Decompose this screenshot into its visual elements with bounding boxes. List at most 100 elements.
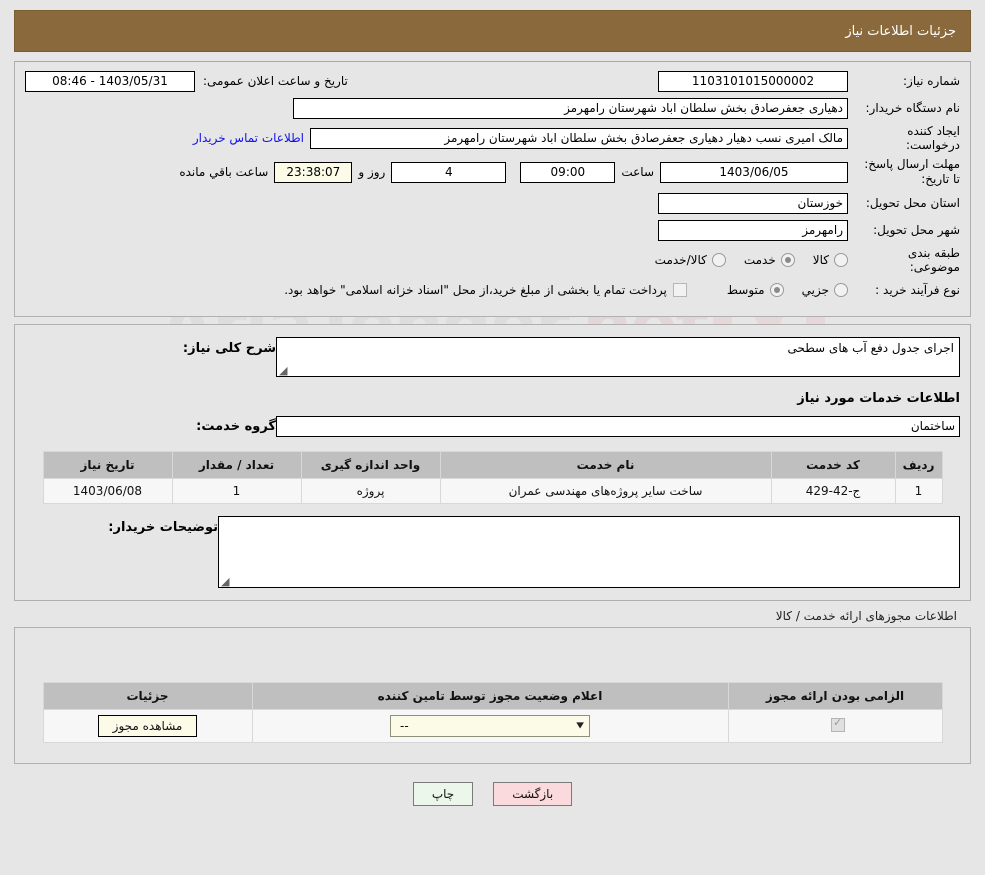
services-section-heading: اطلاعات خدمات مورد نیاز xyxy=(797,391,960,406)
cell-permit-required xyxy=(727,709,943,743)
process-type-label: نوع فرآیند خرید : xyxy=(875,283,960,297)
announcement-label: تاریخ و ساعت اعلان عمومی: xyxy=(203,74,348,88)
need-number-field[interactable]: 1103101015000002 xyxy=(658,70,848,92)
permit-status-select[interactable]: ▼ -- xyxy=(390,715,590,737)
category-option-label: کالا xyxy=(812,253,829,267)
service-group-field[interactable]: ساختمان xyxy=(276,416,960,437)
cell-code: ج-42-429 xyxy=(770,478,896,504)
row-city: شهر محل تحویل: رامهرمز xyxy=(25,219,960,241)
row-service-group: ساختمان گروه خدمت: xyxy=(25,416,960,437)
radio-icon[interactable] xyxy=(769,283,784,297)
permits-section-label: اطلاعات مجوزهای ارائه خدمت / کالا xyxy=(775,609,957,623)
need-details-panel: اجرای جدول دفع آب های سطحی ◣ شرح کلی نیا… xyxy=(14,324,971,601)
process-option-label: متوسط xyxy=(726,283,765,297)
deadline-label: مهلت ارسال پاسخ: تا تاریخ: xyxy=(864,157,960,186)
permits-table: الزامی بودن ارائه مجوز اعلام وضعیت مجوز … xyxy=(42,682,943,743)
view-permit-button[interactable]: مشاهده مجوز xyxy=(97,715,198,737)
province-field[interactable]: خوزستان xyxy=(658,192,848,214)
category-option-kala-khedmat[interactable]: کالا/خدمت xyxy=(655,253,726,267)
resize-grip-icon[interactable]: ◣ xyxy=(279,364,289,377)
buyer-org-field[interactable]: دهیاری جعفرصادق بخش سلطان اباد شهرستان ر… xyxy=(293,97,848,119)
col-code: کد خدمت xyxy=(770,451,896,479)
countdown-label: ساعت باقي مانده xyxy=(179,165,269,179)
creator-label: ایجاد کننده درخواست: xyxy=(906,124,960,152)
deadline-date-field[interactable]: 1403/06/05 xyxy=(660,161,848,183)
row-buyer-notes: ◣ توضیحات خریدار: xyxy=(25,516,960,588)
need-number-label: شماره نیاز: xyxy=(903,74,960,88)
need-info-panel: شماره نیاز: 1103101015000002 تاریخ و ساع… xyxy=(14,61,971,317)
col-index: ردیف xyxy=(894,451,943,479)
permit-required-checkbox xyxy=(831,716,845,732)
col-permit-required: الزامی بودن ارائه مجوز xyxy=(727,682,943,710)
buyer-notes-textarea[interactable]: ◣ xyxy=(218,516,960,588)
category-option-khedmat[interactable]: خدمت xyxy=(744,253,795,267)
remaining-days-field: 4 xyxy=(391,161,507,183)
back-button[interactable]: بازگشت xyxy=(493,782,573,806)
services-table: ردیف کد خدمت نام خدمت واحد اندازه گیری ت… xyxy=(42,451,943,504)
service-group-label: گروه خدمت: xyxy=(196,419,276,434)
chevron-down-icon: ▼ xyxy=(576,721,584,730)
category-option-label: خدمت xyxy=(743,253,776,267)
permit-status-value: -- xyxy=(400,719,409,733)
footer-button-row: بازگشت چاپ xyxy=(14,782,971,806)
radio-icon[interactable] xyxy=(711,253,726,267)
cell-name: ساخت سایر پروژه‌های مهندسی عمران xyxy=(439,478,772,504)
row-creator: ایجاد کننده درخواست: مالک امیری نسب دهیا… xyxy=(25,124,960,152)
row-need-number: شماره نیاز: 1103101015000002 تاریخ و ساع… xyxy=(25,70,960,92)
buyer-org-label: نام دستگاه خریدار: xyxy=(865,101,961,115)
cell-unit: پروژه xyxy=(300,478,441,504)
countdown-timer-field: 23:38:07 xyxy=(274,161,353,183)
row-province: استان محل تحویل: خوزستان xyxy=(25,192,960,214)
creator-field[interactable]: مالک امیری نسب دهیار دهیاری جعفرصادق بخش… xyxy=(310,127,848,149)
cell-index: 1 xyxy=(894,478,943,504)
table-row: 1 ج-42-429 ساخت سایر پروژه‌های مهندسی عم… xyxy=(42,478,943,504)
treasury-bond-checkbox-wrap[interactable]: پرداخت تمام یا بخشی از مبلغ خرید،از محل … xyxy=(284,283,687,297)
print-button[interactable]: چاپ xyxy=(412,782,474,806)
row-buyer-org: نام دستگاه خریدار: دهیاری جعفرصادق بخش س… xyxy=(25,97,960,119)
permits-panel: الزامی بودن ارائه مجوز اعلام وضعیت مجوز … xyxy=(14,627,971,764)
checkbox-icon[interactable] xyxy=(672,283,687,297)
category-option-kala[interactable]: کالا xyxy=(813,253,848,267)
buyer-contact-link[interactable]: اطلاعات تماس خریدار xyxy=(187,131,310,145)
general-description-textarea[interactable]: اجرای جدول دفع آب های سطحی ◣ xyxy=(276,337,960,377)
process-option-jozei[interactable]: جزیي xyxy=(802,283,848,297)
city-label: شهر محل تحویل: xyxy=(873,223,960,237)
permits-table-header-row: الزامی بودن ارائه مجوز اعلام وضعیت مجوز … xyxy=(42,682,943,710)
general-description-label: شرح کلی نیاز: xyxy=(182,341,276,356)
col-unit: واحد اندازه گیری xyxy=(300,451,441,479)
page-title-bar: جزئیات اطلاعات نیاز xyxy=(14,10,971,52)
cell-quantity: 1 xyxy=(171,478,302,504)
row-deadline: مهلت ارسال پاسخ: تا تاریخ: 1403/06/05 سا… xyxy=(25,157,960,187)
table-row: ▼ -- مشاهده مجوز xyxy=(42,709,943,743)
col-quantity: تعداد / مقدار xyxy=(171,451,302,479)
row-category: طبقه بندی موضوعی: کالا خدمت کالا/خدمت xyxy=(25,246,960,274)
row-process-type: نوع فرآیند خرید : جزیي متوسط پرداخت تمام… xyxy=(25,279,960,301)
page-title: جزئیات اطلاعات نیاز xyxy=(845,23,956,39)
radio-icon[interactable] xyxy=(780,253,795,267)
province-label: استان محل تحویل: xyxy=(865,196,960,210)
col-date: تاریخ نیاز xyxy=(42,451,173,479)
row-general-description: اجرای جدول دفع آب های سطحی ◣ شرح کلی نیا… xyxy=(25,337,960,377)
buyer-notes-label: توضیحات خریدار: xyxy=(108,520,218,535)
cell-permit-details: مشاهده مجوز xyxy=(42,709,253,743)
treasury-bond-note: پرداخت تمام یا بخشی از مبلغ خرید،از محل … xyxy=(284,283,667,297)
cell-date: 1403/06/08 xyxy=(42,478,173,504)
resize-grip-icon[interactable]: ◣ xyxy=(221,575,231,588)
process-option-label: جزیي xyxy=(801,283,829,297)
col-permit-details: جزئیات xyxy=(42,682,253,710)
process-option-motevaset[interactable]: متوسط xyxy=(727,283,784,297)
radio-icon[interactable] xyxy=(834,253,848,267)
page-root: جزئیات اطلاعات نیاز شماره نیاز: 11031010… xyxy=(0,0,985,806)
category-label: طبقه بندی موضوعی: xyxy=(907,246,960,274)
remaining-days-label: روز و xyxy=(358,165,386,179)
radio-icon[interactable] xyxy=(834,283,848,297)
cell-permit-status: ▼ -- xyxy=(251,709,729,743)
general-description-value: اجرای جدول دفع آب های سطحی xyxy=(787,341,954,355)
services-table-header-row: ردیف کد خدمت نام خدمت واحد اندازه گیری ت… xyxy=(42,451,943,479)
announcement-datetime-field[interactable]: 1403/05/31 - 08:46 xyxy=(25,70,195,92)
col-permit-status: اعلام وضعیت مجوز توسط تامین کننده xyxy=(251,682,729,710)
city-field[interactable]: رامهرمز xyxy=(658,219,848,241)
col-name: نام خدمت xyxy=(439,451,772,479)
category-option-label: کالا/خدمت xyxy=(654,253,707,267)
deadline-hour-field[interactable]: 09:00 xyxy=(520,161,616,183)
